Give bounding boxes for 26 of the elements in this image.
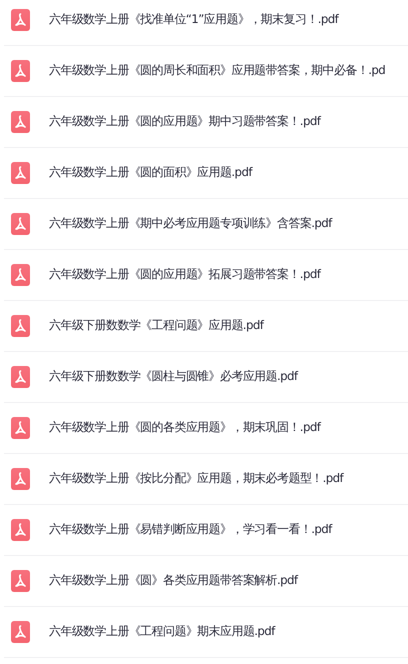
pdf-file-icon bbox=[11, 621, 30, 643]
pdf-file-icon bbox=[11, 315, 30, 337]
pdf-file-icon bbox=[11, 417, 30, 439]
pdf-file-icon bbox=[11, 366, 30, 388]
pdf-file-icon bbox=[11, 570, 30, 592]
file-name[interactable]: 六年级数学上册《圆的各类应用题》，期末巩固！.pdf bbox=[49, 420, 320, 436]
pdf-file-icon bbox=[11, 213, 30, 235]
pdf-file-icon bbox=[11, 468, 30, 490]
pdf-file-icon bbox=[11, 519, 30, 541]
pdf-file-icon bbox=[11, 9, 30, 31]
file-name[interactable]: 六年级下册数数学《圆柱与圆锥》必考应用题.pdf bbox=[49, 369, 298, 385]
pdf-file-icon bbox=[11, 60, 30, 82]
file-name[interactable]: 六年级数学上册《圆的应用题》拓展习题带答案！.pdf bbox=[49, 267, 320, 283]
file-name[interactable]: 六年级数学上册《按比分配》应用题，期末必考题型！.pdf bbox=[49, 471, 344, 487]
file-name[interactable]: 六年级数学上册《圆的周长和面积》应用题带答案，期中必备！.pd bbox=[49, 63, 386, 79]
file-name[interactable]: 六年级数学上册《找准单位“1”应用题》，期末复习！.pdf bbox=[49, 12, 338, 28]
pdf-file-icon bbox=[11, 162, 30, 184]
file-name[interactable]: 六年级数学上册《圆的面积》应用题.pdf bbox=[49, 165, 252, 181]
file-name[interactable]: 六年级数学上册《易错判断应用题》，学习看一看！.pdf bbox=[49, 522, 332, 538]
file-name[interactable]: 六年级下册数数学《工程问题》应用题.pdf bbox=[49, 318, 264, 334]
pdf-file-icon bbox=[11, 264, 30, 286]
pdf-file-icon bbox=[11, 111, 30, 133]
file-name[interactable]: 六年级数学上册《圆的应用题》期中习题带答案！.pdf bbox=[49, 114, 320, 130]
file-name[interactable]: 六年级数学上册《期中必考应用题专项训练》含答案.pdf bbox=[49, 216, 332, 232]
file-name[interactable]: 六年级数学上册《圆》各类应用题带答案解析.pdf bbox=[49, 573, 298, 589]
file-name[interactable]: 六年级数学上册《工程问题》期末应用题.pdf bbox=[49, 624, 275, 640]
